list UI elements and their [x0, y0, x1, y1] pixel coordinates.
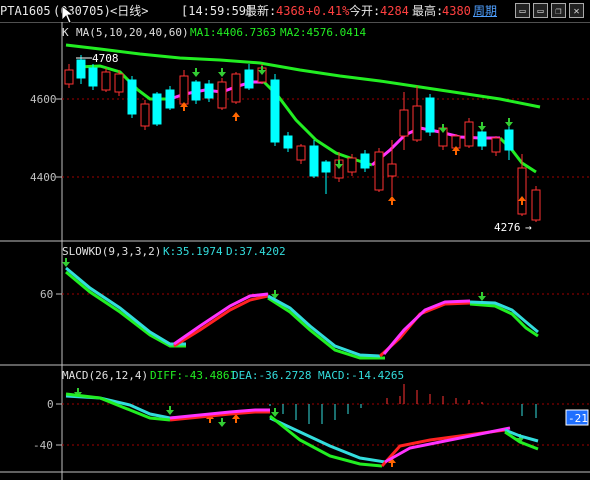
candle[interactable] [283, 132, 293, 152]
macd-tick-0: 0 [47, 398, 54, 411]
low-marker: 4276 [494, 221, 521, 234]
macd-macd-value: MACD:-14.4265 [318, 369, 404, 382]
candle[interactable] [231, 72, 241, 104]
high-marker: 4708 [92, 52, 119, 65]
candle[interactable] [360, 150, 370, 172]
candle[interactable] [374, 148, 384, 192]
axis-ticks [56, 98, 62, 446]
sell-signal-arrow-icon [166, 406, 174, 415]
candlesticks[interactable] [64, 55, 541, 222]
candle[interactable] [152, 92, 162, 126]
candle[interactable] [244, 64, 254, 90]
price-tick-4600: 4600 [30, 93, 57, 106]
candle[interactable] [76, 55, 86, 84]
macd-line-red-2 [380, 428, 506, 468]
ma1-value: MA1:4406.7363 [190, 26, 276, 39]
macd-params: MACD(26,12,4) [62, 369, 148, 382]
macd-tick-neg40: -40 [33, 439, 53, 452]
candle[interactable] [425, 94, 435, 136]
sell-signal-arrow-icon [218, 418, 226, 427]
candle[interactable] [101, 68, 111, 92]
candle[interactable] [531, 186, 541, 222]
candle[interactable] [477, 130, 487, 150]
candle[interactable] [387, 140, 397, 196]
ma2-value: MA2:4576.0414 [280, 26, 366, 39]
macd-diff-value: DIFF:-43.4861 [150, 369, 236, 382]
candle[interactable] [217, 78, 227, 110]
buy-signal-arrow-icon [232, 414, 240, 423]
candle[interactable] [270, 74, 280, 146]
sell-signal-arrow-icon [478, 292, 486, 301]
price-tick-4400: 4400 [30, 171, 57, 184]
low-marker-arrow: → [525, 221, 532, 234]
sell-signal-arrow-icon [192, 68, 200, 77]
kd-line-green-3 [469, 302, 539, 338]
kd-k-value: K:35.1974 [163, 245, 223, 258]
candle[interactable] [88, 64, 98, 90]
ma-params: MA(5,10,20,40,60) [76, 26, 189, 39]
kd-line-red-1 [173, 294, 269, 348]
candle[interactable] [412, 86, 422, 142]
kd-d-value: D:37.4202 [226, 245, 286, 258]
macd-dea-line-1 [65, 394, 191, 420]
macd-dea-value: DEA:-36.2728 [232, 369, 311, 382]
kd-k-line-cyan [65, 266, 186, 346]
kd-line-magenta-2 [382, 299, 471, 355]
sell-signal-arrow-icon [505, 118, 513, 127]
candle[interactable] [140, 100, 150, 130]
sell-signal-arrow-icon [218, 68, 226, 77]
ma2-line [65, 43, 541, 109]
candle[interactable] [191, 80, 201, 104]
kd-params: SLOWKD(9,3,3,2) [62, 245, 161, 258]
candle[interactable] [127, 76, 137, 118]
kd-line-cyan-2 [267, 294, 381, 358]
candle[interactable] [296, 144, 306, 164]
candle[interactable] [64, 64, 74, 88]
buy-signal-arrow-icon [232, 112, 240, 121]
candle[interactable] [114, 70, 124, 96]
candle[interactable] [464, 118, 474, 148]
candle[interactable] [309, 140, 319, 178]
candle[interactable] [399, 92, 409, 150]
candle[interactable] [165, 86, 175, 110]
candle[interactable] [204, 80, 214, 102]
candle[interactable] [179, 70, 189, 106]
sell-signal-arrow-icon [62, 258, 70, 267]
candle[interactable] [504, 122, 514, 160]
macd-current-value: -21 [568, 412, 588, 425]
macd-line-magenta-1 [169, 408, 270, 420]
sell-signal-arrow-icon [478, 122, 486, 131]
candle[interactable] [491, 136, 501, 156]
chart-canvas[interactable]: 4600 4400 60 0 -40 K MA(5,10,20,40,60) M… [0, 0, 590, 480]
buy-signal-arrow-icon [388, 196, 396, 205]
cursor-icon [61, 5, 75, 24]
sell-signal-arrow-icon [271, 408, 279, 417]
kline-label: K [62, 26, 69, 39]
kd-tick-60: 60 [40, 288, 53, 301]
